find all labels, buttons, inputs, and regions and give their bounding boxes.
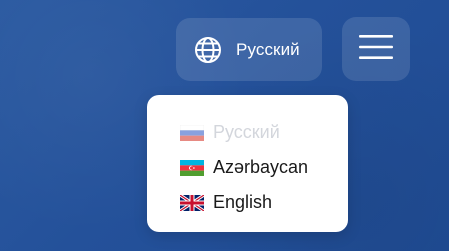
azerbaijan-flag-icon [180,159,204,176]
language-option-label: English [213,192,273,212]
uk-flag-icon [179,193,205,212]
language-option-label: Русский [213,122,280,142]
globe-icon [194,36,222,64]
language-option-russian[interactable]: Русский [179,115,348,150]
language-option-label: Azərbaycan [213,157,309,177]
language-option-english[interactable]: English [179,185,348,220]
language-option-azerbaijani[interactable]: Azərbaycan [180,150,348,185]
language-selector-label: Русский [236,39,300,59]
hamburger-menu-button[interactable] [342,17,410,81]
language-selector-button[interactable]: Русский [176,18,322,81]
language-dropdown: Русский Azərbaycan English [147,95,348,232]
russia-flag-icon [179,124,205,141]
hamburger-menu-icon [359,34,393,65]
